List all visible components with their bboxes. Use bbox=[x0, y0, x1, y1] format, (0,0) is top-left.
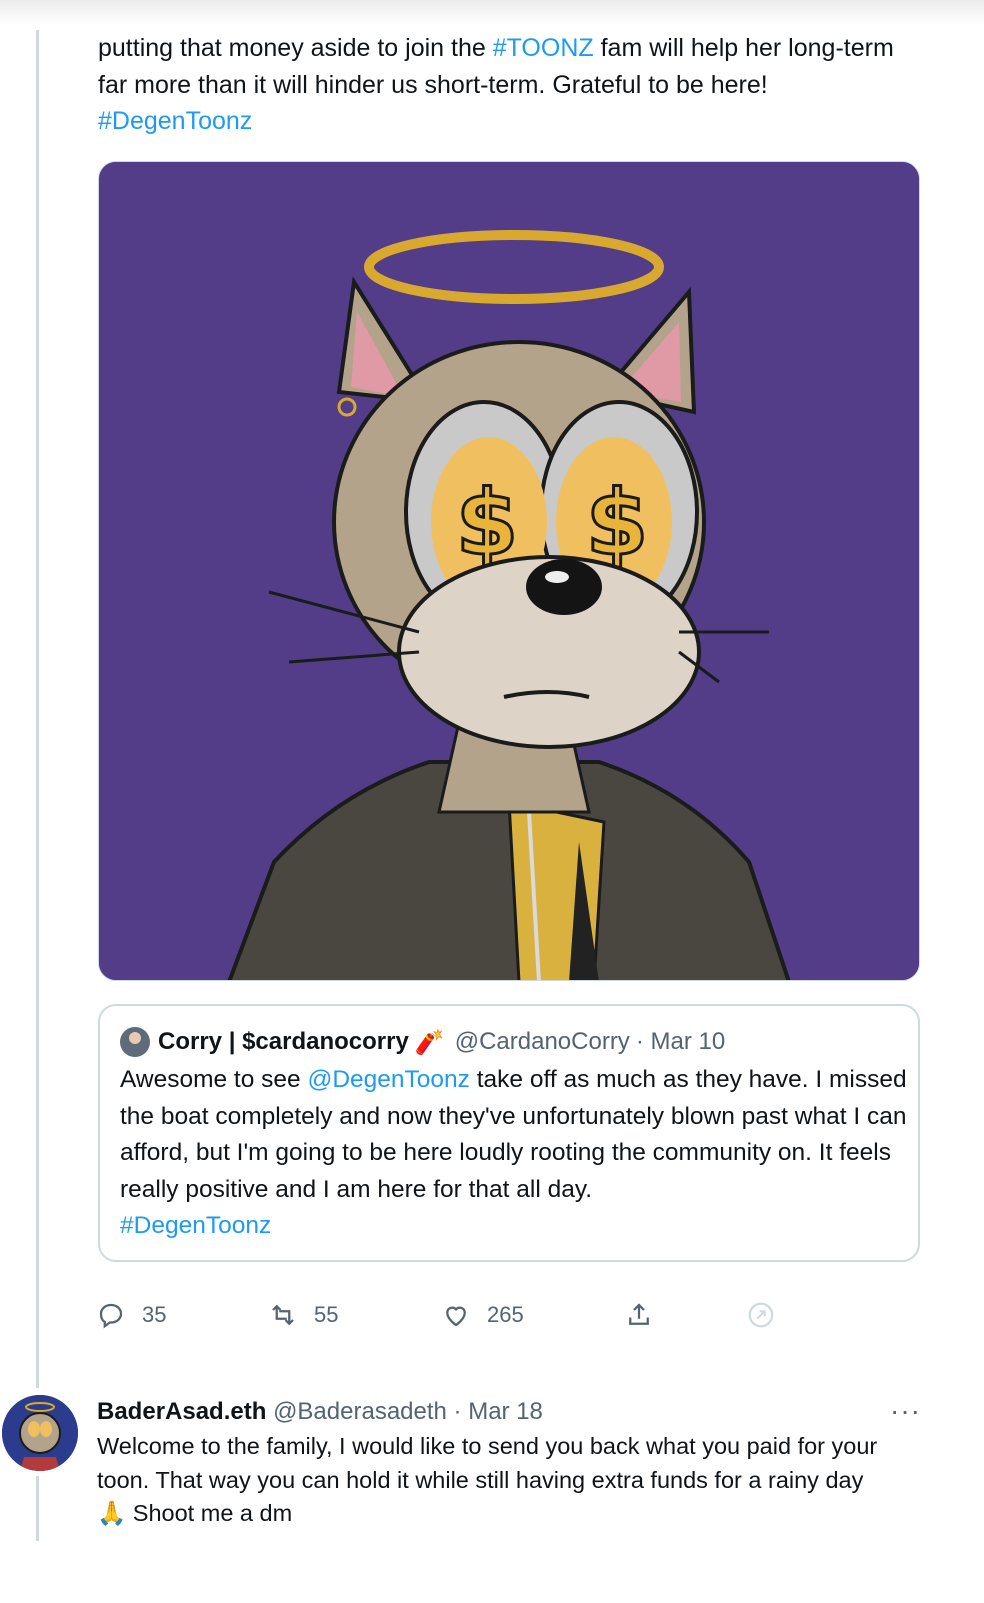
reply-icon bbox=[99, 1303, 123, 1329]
top-fade bbox=[0, 0, 984, 26]
quoted-user-handle[interactable]: @CardanoCorry bbox=[455, 1028, 630, 1056]
retweet-button[interactable]: 55 bbox=[268, 1300, 338, 1330]
hashtag-toonz-link[interactable]: #TOONZ bbox=[493, 34, 594, 62]
tweet-actions: 35 55 265 bbox=[96, 1300, 796, 1340]
quote-text-part: Awesome to see bbox=[120, 1066, 308, 1093]
quote-hashtag-link[interactable]: #DegenToonz bbox=[120, 1212, 271, 1239]
quoted-tweet-text: Awesome to see @DegenToonz take off as m… bbox=[120, 1062, 910, 1245]
share-icon bbox=[629, 1303, 649, 1325]
toon-avatar-image bbox=[2, 1395, 78, 1471]
quoted-tweet-header: Corry | $cardanocorry 🧨 @CardanoCorry · … bbox=[120, 1026, 725, 1058]
like-button[interactable]: 265 bbox=[441, 1300, 524, 1330]
share-button[interactable] bbox=[624, 1300, 670, 1330]
quoted-tweet[interactable]: Corry | $cardanocorry 🧨 @CardanoCorry · … bbox=[98, 1004, 920, 1262]
analytics-icon bbox=[748, 1302, 774, 1328]
reply-text: Welcome to the family, I would like to s… bbox=[97, 1430, 927, 1531]
reply-header: BaderAsad.eth @Baderasadeth · Mar 18 bbox=[97, 1398, 543, 1426]
hashtag-degentoonz-link[interactable]: #DegenToonz bbox=[98, 107, 252, 135]
reply-button[interactable]: 35 bbox=[96, 1300, 166, 1330]
quoted-user-name[interactable]: Corry | $cardanocorry bbox=[158, 1028, 409, 1056]
tweet-media-image[interactable]: $ $ bbox=[98, 161, 920, 981]
reply-user-name[interactable]: BaderAsad.eth bbox=[97, 1398, 266, 1425]
mention-degentoonz-link[interactable]: @DegenToonz bbox=[307, 1066, 469, 1093]
quoted-tweet-date[interactable]: · Mar 10 bbox=[636, 1028, 725, 1056]
quoted-user-avatar[interactable] bbox=[120, 1027, 150, 1057]
thread-line-top bbox=[36, 30, 39, 1388]
tweet-text: putting that money aside to join the #TO… bbox=[98, 30, 918, 140]
retweet-count: 55 bbox=[314, 1302, 339, 1327]
reply-date[interactable]: · Mar 18 bbox=[454, 1398, 543, 1425]
like-count: 265 bbox=[487, 1302, 524, 1327]
tweet-text-part: putting that money aside to join the bbox=[98, 34, 493, 62]
reply-count: 35 bbox=[142, 1302, 167, 1327]
retweet-icon bbox=[272, 1304, 294, 1326]
heart-icon bbox=[446, 1306, 466, 1327]
reply-user-handle[interactable]: @Baderasadeth bbox=[273, 1398, 447, 1425]
more-options-icon[interactable]: ··· bbox=[890, 1395, 921, 1427]
reply-text-end: Shoot me a dm bbox=[132, 1500, 293, 1526]
firecracker-emoji-icon: 🧨 bbox=[414, 1028, 445, 1056]
analytics-button[interactable] bbox=[746, 1300, 792, 1330]
toon-cat-illustration: $ $ bbox=[99, 162, 919, 980]
folded-hands-emoji-icon: 🙏 bbox=[97, 1500, 127, 1526]
reply-text-part: Welcome to the family, I would like to s… bbox=[97, 1433, 878, 1493]
reply-user-avatar[interactable] bbox=[2, 1395, 78, 1471]
thread-line-bottom bbox=[36, 1476, 39, 1541]
